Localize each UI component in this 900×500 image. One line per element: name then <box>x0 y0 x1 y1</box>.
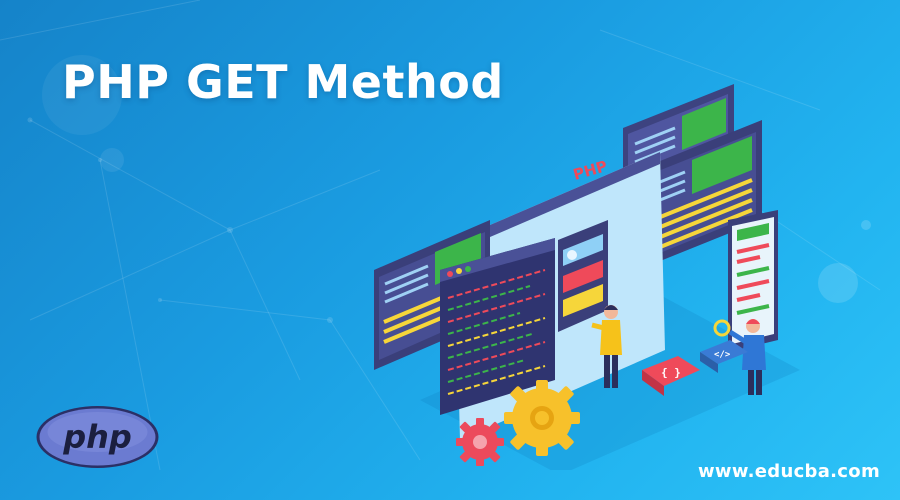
svg-text:{ }: { } <box>661 366 681 379</box>
php-logo-text: php <box>62 418 132 456</box>
gear-icon <box>504 380 580 456</box>
banner: PHP GET Method PHP {} </> php www.educb… <box>0 0 900 500</box>
gear-icon-small <box>456 418 504 466</box>
website-url: www.educba.com <box>697 461 880 482</box>
php-logo: php <box>36 406 159 468</box>
web-development-illustration: PHP {} </> <box>374 84 800 470</box>
svg-text:</>: </> <box>714 350 731 360</box>
